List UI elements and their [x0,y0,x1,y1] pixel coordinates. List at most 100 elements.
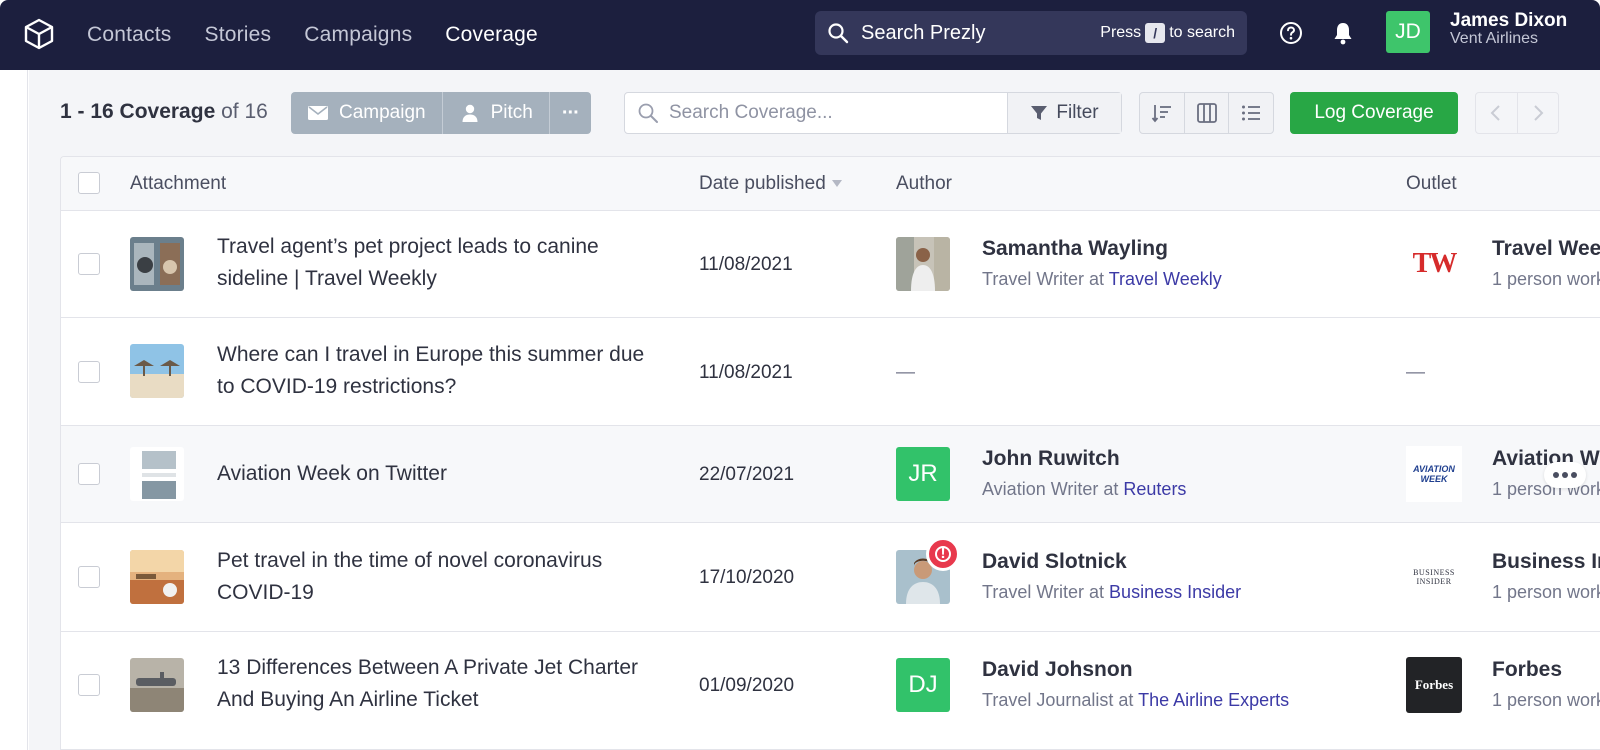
row-checkbox[interactable] [78,674,100,696]
attachment-image [130,550,184,604]
filter-icon [1031,106,1048,120]
pitch-button[interactable]: Pitch [443,92,550,134]
bulk-actions-group: Campaign Pitch ··· [291,92,591,134]
author-outlet-link[interactable]: The Airline Experts [1138,690,1289,710]
more-dots-icon: ··· [561,101,580,124]
campaign-button-label: Campaign [339,102,426,123]
coverage-search-input[interactable] [669,102,999,124]
column-date-published[interactable]: Date published [699,173,842,195]
attachment-thumbnail[interactable] [130,237,184,291]
row-checkbox[interactable] [78,253,100,275]
outlet-logo[interactable]: TW [1406,236,1462,292]
outlet-staff-count: 1 person working here [1492,269,1600,289]
filter-button[interactable]: Filter [1007,93,1121,133]
coverage-title[interactable]: 13 Differences Between A Private Jet Cha… [217,652,667,716]
table-row[interactable]: Where can I travel in Europe this summer… [61,318,1600,426]
outlet-staff-count: 1 person working here [1492,690,1600,710]
more-actions-button[interactable]: ··· [550,92,591,134]
prezly-logo-icon[interactable] [22,17,56,51]
coverage-range: 1 - 16 Coverage [60,100,216,123]
author-avatar[interactable] [896,237,950,291]
outlet-name[interactable]: Business Insider [1492,550,1600,574]
attachment-thumbnail[interactable] [130,447,184,501]
outlet-logo[interactable]: BUSINESS INSIDER [1406,549,1462,605]
author-avatar[interactable]: DJ [896,658,950,712]
bell-icon[interactable] [1331,20,1355,46]
campaign-button[interactable]: Campaign [291,92,443,134]
list-icon [1242,105,1261,121]
attachment-thumbnail[interactable] [130,344,184,398]
envelope-icon [308,106,328,120]
table-row[interactable]: Pet travel in the time of novel coronavi… [61,523,1600,632]
columns-button[interactable] [1185,93,1230,133]
attachment-thumbnail[interactable] [130,550,184,604]
author-role-text: Travel Journalist at [982,690,1134,710]
alert-badge[interactable]: ! [926,537,960,571]
author-outlet-link[interactable]: Travel Weekly [1109,269,1222,289]
sort-button[interactable] [1140,93,1185,133]
row-checkbox[interactable] [78,361,100,383]
table-row[interactable]: Travel agent’s pet project leads to cani… [61,211,1600,318]
coverage-date: 11/08/2021 [699,254,793,275]
nav-campaigns[interactable]: Campaigns [304,23,412,47]
author-role-text: Travel Writer at [982,269,1105,289]
row-actions-button[interactable] [1544,462,1586,488]
search-icon [638,103,658,123]
author-outlet-link[interactable]: Business Insider [1109,582,1241,602]
coverage-title[interactable]: Where can I travel in Europe this summer… [217,339,667,403]
author-role: Aviation Writer at Reuters [982,479,1186,500]
nav-stories[interactable]: Stories [204,23,271,47]
user-name[interactable]: James Dixon [1450,10,1567,32]
previous-page-button[interactable] [1476,93,1518,133]
log-coverage-button[interactable]: Log Coverage [1290,92,1458,134]
column-date-published-label: Date published [699,173,826,194]
view-options-group [1139,92,1274,134]
chevron-left-icon [1490,105,1500,121]
outlet-name[interactable]: Travel Weekly [1492,237,1600,261]
column-attachment[interactable]: Attachment [130,173,226,195]
search-shortcut-hint: Press / to search [1100,23,1235,43]
sort-arrow-icon [831,180,842,188]
coverage-title[interactable]: Travel agent’s pet project leads to cani… [217,231,667,295]
shortcut-prefix: Press [1100,24,1142,41]
nav-contacts[interactable]: Contacts [87,23,171,47]
author-name[interactable]: David Slotnick [982,550,1127,574]
row-checkbox[interactable] [78,566,100,588]
coverage-search: Filter [624,92,1122,134]
outlet-name[interactable]: Forbes [1492,658,1562,682]
outlet-logo[interactable]: AVIATION WEEK [1406,446,1462,502]
coverage-title[interactable]: Pet travel in the time of novel coronavi… [217,545,667,609]
help-icon[interactable] [1279,21,1303,45]
author-avatar[interactable]: JR [896,447,950,501]
attachment-thumbnail[interactable] [130,658,184,712]
row-checkbox[interactable] [78,463,100,485]
user-organization: Vent Airlines [1450,30,1539,47]
attachment-image [130,658,184,712]
author-name[interactable]: David Johsnon [982,658,1133,682]
column-outlet[interactable]: Outlet [1406,173,1457,195]
outlet-logo[interactable]: Forbes [1406,657,1462,713]
author-role-text: Travel Writer at [982,582,1105,602]
author-role-text: Aviation Writer at [982,479,1119,499]
select-all-checkbox[interactable] [78,172,100,194]
column-author[interactable]: Author [896,173,952,195]
coverage-title[interactable]: Aviation Week on Twitter [217,458,667,490]
nav-coverage[interactable]: Coverage [445,23,538,47]
next-page-button[interactable] [1518,93,1559,133]
table-row[interactable]: 13 Differences Between A Private Jet Cha… [61,632,1600,749]
pitch-button-label: Pitch [490,102,533,123]
shortcut-key: / [1145,23,1166,43]
user-avatar[interactable]: JD [1386,11,1430,53]
global-search-placeholder: Search Prezly [861,21,986,44]
author-outlet-link[interactable]: Reuters [1123,479,1186,499]
table-row[interactable]: Aviation Week on Twitter 22/07/2021 JR J… [61,426,1600,523]
list-view-button[interactable] [1229,93,1273,133]
person-icon [462,104,478,122]
author-name[interactable]: John Ruwitch [982,447,1120,471]
global-search[interactable]: Search Prezly Press / to search [815,11,1247,55]
outlet-empty: — [1406,362,1425,383]
outlet-logo-text: BUSINESS INSIDER [1413,568,1455,586]
author-name[interactable]: Samantha Wayling [982,237,1168,261]
side-strip [0,70,28,750]
author-empty: — [896,362,915,383]
